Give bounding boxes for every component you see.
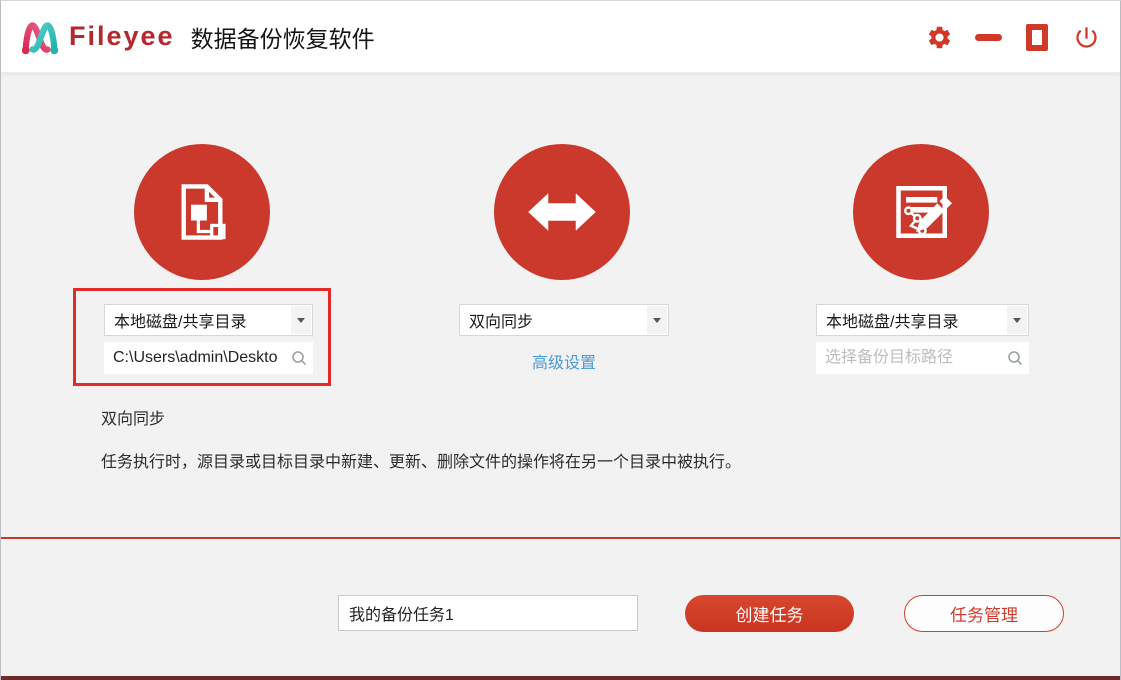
- chevron-down-icon: [1013, 318, 1021, 323]
- magnifier-icon[interactable]: [291, 350, 307, 366]
- target-type-value: 本地磁盘/共享目录: [826, 308, 958, 332]
- app-title: 数据备份恢复软件: [191, 20, 375, 54]
- chevron-down-icon: [653, 318, 661, 323]
- source-type-value: 本地磁盘/共享目录: [114, 308, 246, 332]
- target-type-dropdown[interactable]: 本地磁盘/共享目录: [816, 304, 1029, 336]
- target-circle: [853, 144, 989, 280]
- document-edit-icon: [881, 172, 961, 252]
- dropdown-arrow-button[interactable]: [647, 306, 667, 334]
- magnifier-icon[interactable]: [1007, 350, 1023, 366]
- advanced-settings-link[interactable]: 高级设置: [459, 349, 669, 373]
- dropdown-arrow-button[interactable]: [1007, 306, 1027, 334]
- sync-mode-dropdown[interactable]: 双向同步: [459, 304, 669, 336]
- sync-mode-circle: [494, 144, 630, 280]
- power-icon[interactable]: [1072, 23, 1100, 51]
- sync-mode-value: 双向同步: [469, 308, 533, 332]
- app-window: Fileyee 数据备份恢复软件: [0, 0, 1121, 680]
- window-controls: [925, 1, 1100, 73]
- target-path-field: [816, 342, 1029, 374]
- title-bar: Fileyee 数据备份恢复软件: [1, 1, 1120, 73]
- red-separator-line: [1, 537, 1120, 539]
- settings-gear-icon[interactable]: [925, 23, 953, 51]
- fileyee-logo-icon: [19, 16, 61, 58]
- mode-description-title: 双向同步: [101, 405, 165, 429]
- task-name-input[interactable]: [338, 595, 638, 631]
- source-path-input[interactable]: [104, 342, 313, 374]
- minimize-icon[interactable]: [974, 23, 1002, 51]
- chevron-down-icon: [297, 318, 305, 323]
- dropdown-arrow-button[interactable]: [291, 306, 311, 334]
- target-path-input[interactable]: [816, 342, 1029, 374]
- mode-description-text: 任务执行时，源目录或目标目录中新建、更新、删除文件的操作将在另一个目录中被执行。: [101, 448, 1041, 472]
- task-manage-button[interactable]: 任务管理: [904, 595, 1064, 632]
- maximize-icon[interactable]: [1023, 23, 1051, 51]
- window-bottom-edge: [1, 676, 1120, 680]
- source-circle: [134, 144, 270, 280]
- brand-name: Fileyee: [69, 21, 175, 52]
- source-type-dropdown[interactable]: 本地磁盘/共享目录: [104, 304, 313, 336]
- double-arrow-icon: [522, 172, 602, 252]
- create-task-button[interactable]: 创建任务: [685, 595, 854, 632]
- document-diagram-icon: [163, 173, 241, 251]
- source-path-field: [104, 342, 313, 374]
